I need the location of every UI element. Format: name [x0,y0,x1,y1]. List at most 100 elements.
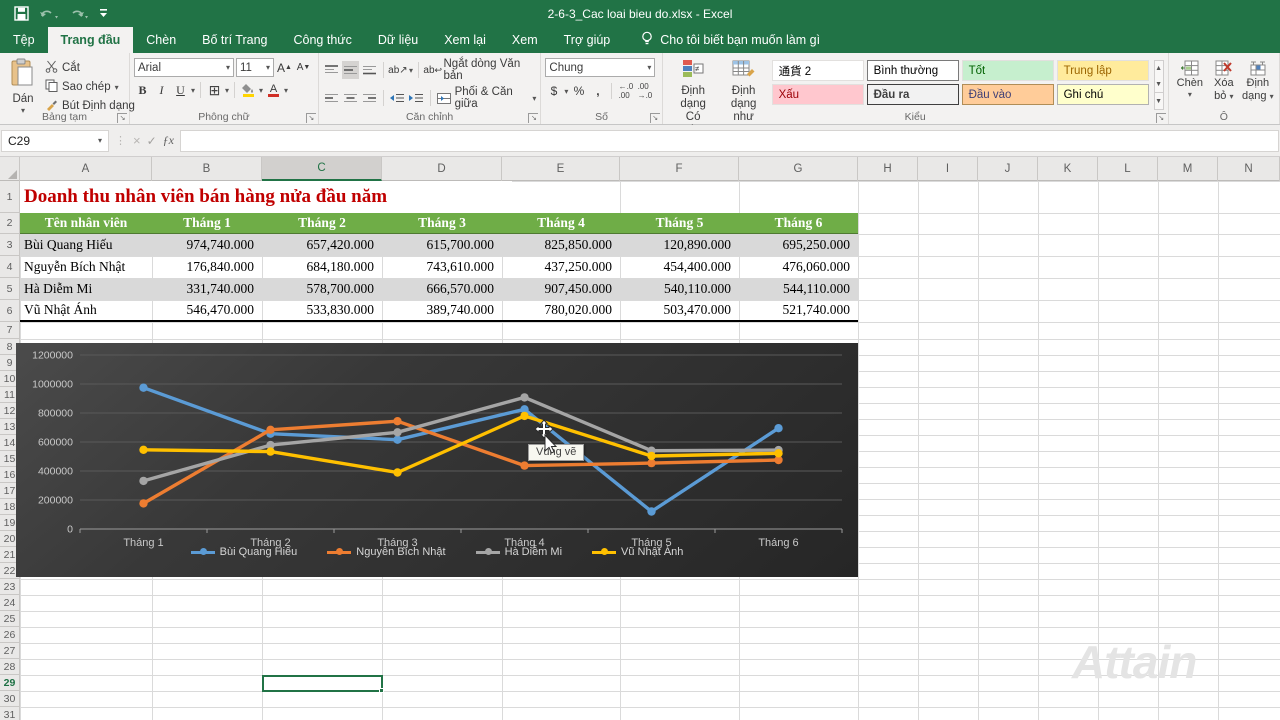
row-header-5[interactable]: 5 [0,278,20,300]
merge-center-icon[interactable] [436,89,453,107]
fill-handle[interactable] [379,688,384,693]
align-middle-icon[interactable] [342,61,359,79]
fill-color-icon[interactable] [240,81,257,99]
bold-button[interactable]: B [134,81,151,99]
column-header-G[interactable]: G [739,157,858,181]
cut-button[interactable]: Cắt [42,59,138,77]
legend-item[interactable]: Bùi Quang Hiếu [191,546,298,558]
cell[interactable]: Nguyễn Bích Nhật [20,256,152,278]
cell[interactable]: Tháng 6 [739,213,858,233]
borders-icon[interactable]: ⊞ [206,81,223,99]
cell[interactable]: Tên nhân viên [20,213,152,233]
legend-item[interactable]: Hà Diễm Mi [476,546,562,558]
font-size-combo[interactable]: 11▾ [236,58,274,77]
cell-style-通貨-2[interactable]: 通貨 2 [772,60,864,81]
cell[interactable]: Tháng 4 [502,213,620,233]
cell[interactable]: 974,740.000 [152,234,262,256]
cell[interactable]: 657,420.000 [262,234,382,256]
tell-me[interactable]: Cho tôi biết bạn muốn làm gì [641,27,820,53]
chart[interactable]: 020000040000060000080000010000001200000T… [16,343,858,577]
cell[interactable]: 454,400.000 [620,256,739,278]
gallery-down-icon[interactable]: ▼ [1155,77,1163,93]
cell-style-ghi-chú[interactable]: Ghi chú [1057,84,1149,105]
cell[interactable]: Vũ Nhật Ánh [20,300,152,320]
formula-input[interactable] [180,130,1279,152]
format-cells-button[interactable]: Địnhdạng ▾ [1241,56,1275,110]
column-header-B[interactable]: B [152,157,262,181]
row-header-26[interactable]: 26 [0,627,20,643]
row-header-3[interactable]: 3 [0,234,20,256]
chart-legend[interactable]: Bùi Quang HiếuNguyễn Bích NhậtHà Diễm Mi… [16,546,858,558]
tab-công-thức[interactable]: Công thức [280,27,364,53]
cell[interactable]: Tháng 3 [382,213,502,233]
column-header-A[interactable]: A [20,157,152,181]
cell[interactable]: 907,450.000 [502,278,620,300]
insert-cells-button[interactable]: Chèn ▾ [1173,56,1207,110]
number-format-combo[interactable]: Chung▾ [545,58,655,77]
cell-style-tốt[interactable]: Tốt [962,60,1054,81]
cell[interactable]: Tháng 2 [262,213,382,233]
cell[interactable]: 578,700.000 [262,278,382,300]
tab-xem-lại[interactable]: Xem lại [431,27,499,53]
cell[interactable]: 521,740.000 [739,300,858,320]
gallery-more-icon[interactable]: ▼ [1155,92,1163,109]
row-header-25[interactable]: 25 [0,611,20,627]
clipboard-dialog-launcher[interactable]: ↘ [117,113,127,123]
column-header-D[interactable]: D [382,157,502,181]
row-header-1[interactable]: 1 [0,181,20,213]
accounting-format-icon[interactable]: $ [545,82,562,100]
column-header-N[interactable]: N [1218,157,1280,181]
select-all-corner[interactable] [0,157,20,181]
tab-chèn[interactable]: Chèn [133,27,189,53]
cell[interactable]: 825,850.000 [502,234,620,256]
percent-style-icon[interactable]: % [570,82,587,100]
shrink-font-icon[interactable]: A▼ [295,59,312,77]
cell[interactable]: 533,830.000 [262,300,382,320]
increase-decimal-icon[interactable]: ←.0.00 [617,82,634,100]
cell[interactable]: Tháng 5 [620,213,739,233]
column-header-J[interactable]: J [978,157,1038,181]
font-color-icon[interactable]: A [265,81,282,99]
delete-cells-button[interactable]: Xóabỏ ▾ [1207,56,1241,110]
gallery-up-icon[interactable]: ▲ [1155,61,1163,77]
cell[interactable]: Tháng 1 [152,213,262,233]
save-icon[interactable] [14,4,29,24]
redo-icon[interactable] [69,4,89,24]
styles-dialog-launcher[interactable]: ↘ [1156,113,1166,123]
cell[interactable]: 476,060.000 [739,256,858,278]
grow-font-icon[interactable]: A▲ [276,59,293,77]
tab-xem[interactable]: Xem [499,27,551,53]
legend-item[interactable]: Vũ Nhật Ánh [592,546,683,558]
cell[interactable]: 546,470.000 [152,300,262,320]
align-center-icon[interactable] [342,89,359,107]
font-name-combo[interactable]: Arial▾ [134,58,234,77]
cancel-icon[interactable]: × [133,133,141,148]
enter-icon[interactable]: ✓ [147,134,157,148]
comma-style-icon[interactable]: , [589,82,606,100]
row-header-2[interactable]: 2 [0,213,20,234]
cell[interactable]: 544,110.000 [739,278,858,300]
increase-indent-icon[interactable] [408,89,425,107]
insert-function-icon[interactable]: ƒx [163,133,174,148]
copy-button[interactable]: Sao chép ▾ [42,78,138,96]
row-header-24[interactable]: 24 [0,595,20,611]
number-dialog-launcher[interactable]: ↘ [650,113,660,123]
cell[interactable]: Hà Diễm Mi [20,278,152,300]
orientation-icon[interactable]: ab↗ [389,61,407,79]
selected-cell-C29[interactable] [262,675,383,692]
align-right-icon[interactable] [361,89,378,107]
conditional-formatting-button[interactable]: ≠ Định dạng Cóđiều kiện ▾ [667,56,720,114]
column-header-L[interactable]: L [1098,157,1158,181]
cell[interactable]: 695,250.000 [739,234,858,256]
column-header-I[interactable]: I [918,157,978,181]
cell[interactable]: Bùi Quang Hiếu [20,234,152,256]
cell[interactable]: 743,610.000 [382,256,502,278]
row-header-30[interactable]: 30 [0,691,20,707]
italic-button[interactable]: I [153,81,170,99]
row-header-4[interactable]: 4 [0,256,20,278]
row-header-6[interactable]: 6 [0,300,20,322]
row-header-28[interactable]: 28 [0,659,20,675]
row-header-31[interactable]: 31 [0,707,20,720]
cell[interactable]: 503,470.000 [620,300,739,320]
cell[interactable]: 780,020.000 [502,300,620,320]
